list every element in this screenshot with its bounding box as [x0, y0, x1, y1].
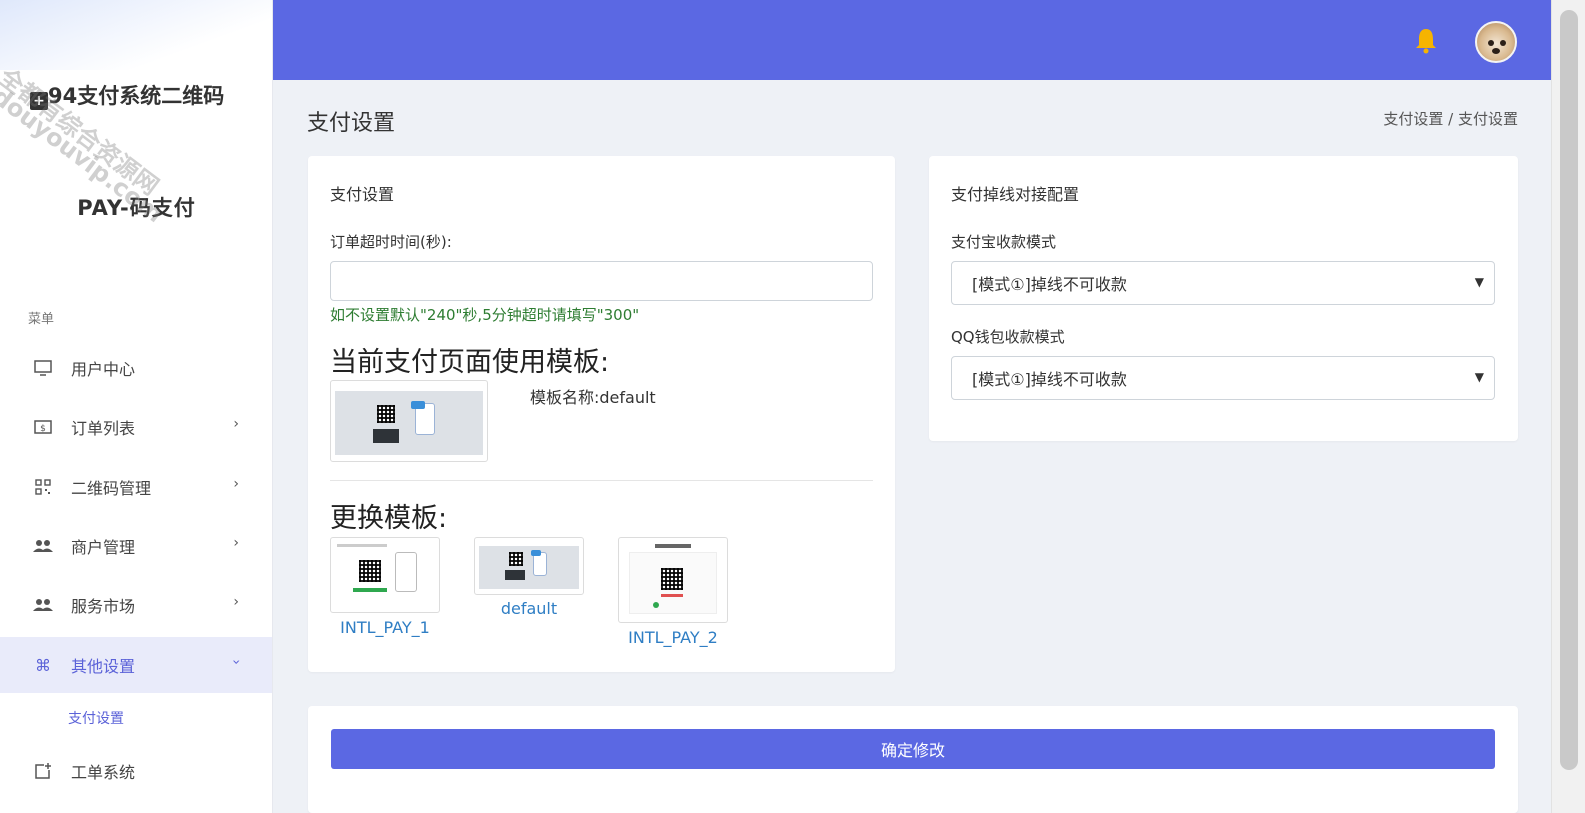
template-thumbnail-intl-pay-2[interactable]	[618, 537, 728, 623]
chevron-down-icon: ›	[228, 659, 245, 665]
change-template-heading: 更换模板:	[330, 503, 448, 534]
card-title: 支付掉线对接配置	[951, 185, 1080, 204]
logo-decoration	[0, 0, 272, 70]
sidebar: +94支付系统二维码 PAY-码支付 全都有综合资源网 douyouvip.co…	[0, 0, 273, 813]
thumb-phone	[395, 552, 417, 592]
avatar-eye	[1488, 40, 1494, 46]
pay-settings-card: 支付设置 订单超时时间(秒): 如不设置默认"240"秒,5分钟超时请填写"30…	[308, 156, 895, 672]
template-label-intl-pay-2[interactable]: INTL_PAY_2	[618, 628, 728, 647]
card-title: 支付设置	[330, 185, 395, 204]
thumb-qr	[377, 405, 395, 423]
users-icon	[33, 595, 53, 615]
sidebar-item-label: 订单列表	[71, 419, 136, 438]
sidebar-item-label: 其他设置	[71, 657, 136, 676]
thumb-dark-block	[373, 429, 399, 443]
timeout-input[interactable]	[330, 261, 873, 301]
thumb-green-bar	[353, 588, 387, 592]
thumb-blue	[411, 401, 425, 409]
current-template-thumbnail	[330, 380, 488, 462]
thumb-dark-block	[505, 570, 525, 580]
top-header	[273, 0, 1551, 80]
divider	[330, 480, 873, 481]
alipay-mode-label: 支付宝收款模式	[951, 233, 1057, 251]
sidebar-item-label: 二维码管理	[71, 479, 152, 498]
avatar-nose	[1492, 48, 1500, 54]
sidebar-item-merchants[interactable]: 商户管理 ›	[0, 518, 272, 574]
template-name: 模板名称:default	[530, 388, 656, 407]
sidebar-item-other-settings[interactable]: ⌘ 其他设置 ›	[0, 637, 272, 693]
users-icon	[33, 536, 53, 556]
logo-area: +94支付系统二维码 PAY-码支付 全都有综合资源网 douyouvip.co…	[0, 0, 272, 280]
sidebar-item-service-market[interactable]: 服务市场 ›	[0, 577, 272, 633]
scrollbar-thumb[interactable]	[1560, 10, 1578, 770]
chevron-right-icon: ›	[233, 535, 239, 551]
bell-icon[interactable]	[1413, 26, 1439, 54]
offline-config-card: 支付掉线对接配置 支付宝收款模式 [模式①]掉线不可收款 ▼ QQ钱包收款模式 …	[929, 156, 1518, 441]
sidebar-item-label: 用户中心	[71, 360, 136, 379]
avatar-eye	[1500, 40, 1506, 46]
monitor-icon	[33, 358, 53, 378]
breadcrumb[interactable]: 支付设置 / 支付设置	[1300, 108, 1518, 129]
dollar-card-icon: $	[33, 417, 53, 437]
timeout-hint: 如不设置默认"240"秒,5分钟超时请填写"300"	[330, 306, 640, 324]
thumb-green-dot	[653, 602, 659, 608]
command-icon: ⌘	[35, 655, 51, 675]
user-avatar[interactable]	[1475, 21, 1517, 63]
alipay-mode-select[interactable]: [模式①]掉线不可收款 ▼	[951, 261, 1495, 305]
thumb-qr	[509, 552, 523, 566]
select-value: [模式①]掉线不可收款	[972, 275, 1127, 294]
thumb-screen	[335, 391, 483, 455]
thumb-screen	[479, 546, 579, 589]
thumb-text-line	[337, 544, 387, 547]
qq-mode-select[interactable]: [模式①]掉线不可收款 ▼	[951, 356, 1495, 400]
chevron-right-icon: ›	[233, 476, 239, 492]
thumb-qr	[359, 560, 381, 582]
sidebar-item-qrcode[interactable]: 二维码管理 ›	[0, 459, 272, 515]
template-thumbnail-default[interactable]	[474, 537, 584, 595]
sidebar-item-orders[interactable]: $ 订单列表 ›	[0, 399, 272, 455]
page-title: 支付设置	[307, 111, 396, 136]
template-thumbnail-intl-pay-1[interactable]	[330, 537, 440, 613]
submit-button[interactable]: 确定修改	[331, 729, 1495, 769]
svg-text:$: $	[40, 424, 46, 434]
chevron-down-icon: ▼	[1474, 275, 1484, 289]
template-label-intl-pay-1[interactable]: INTL_PAY_1	[330, 618, 440, 637]
thumb-qr	[661, 568, 683, 590]
thumb-blue	[531, 550, 541, 556]
chevron-right-icon: ›	[233, 594, 239, 610]
sidebar-subitem-pay-settings[interactable]: 支付设置	[68, 708, 124, 728]
page-scrollbar[interactable]	[1551, 0, 1585, 813]
timeout-label: 订单超时时间(秒):	[330, 233, 452, 251]
template-label-default[interactable]: default	[474, 599, 584, 618]
sidebar-item-tickets[interactable]: 工单系统	[0, 743, 272, 799]
sidebar-item-label: 服务市场	[71, 597, 136, 616]
sidebar-item-label: 工单系统	[71, 763, 136, 782]
menu-caption: 菜单	[28, 312, 55, 327]
sidebar-item-user-center[interactable]: 用户中心	[0, 340, 272, 396]
current-template-heading: 当前支付页面使用模板:	[330, 347, 610, 378]
qrcode-icon	[33, 477, 53, 497]
select-value: [模式①]掉线不可收款	[972, 370, 1127, 389]
sidebar-item-label: 商户管理	[71, 538, 136, 557]
thumb-text-line	[655, 544, 691, 548]
chevron-right-icon: ›	[233, 416, 239, 432]
new-ticket-icon	[33, 761, 53, 781]
qq-mode-label: QQ钱包收款模式	[951, 328, 1065, 346]
thumb-red-text	[661, 594, 683, 597]
chevron-down-icon: ▼	[1474, 370, 1484, 384]
